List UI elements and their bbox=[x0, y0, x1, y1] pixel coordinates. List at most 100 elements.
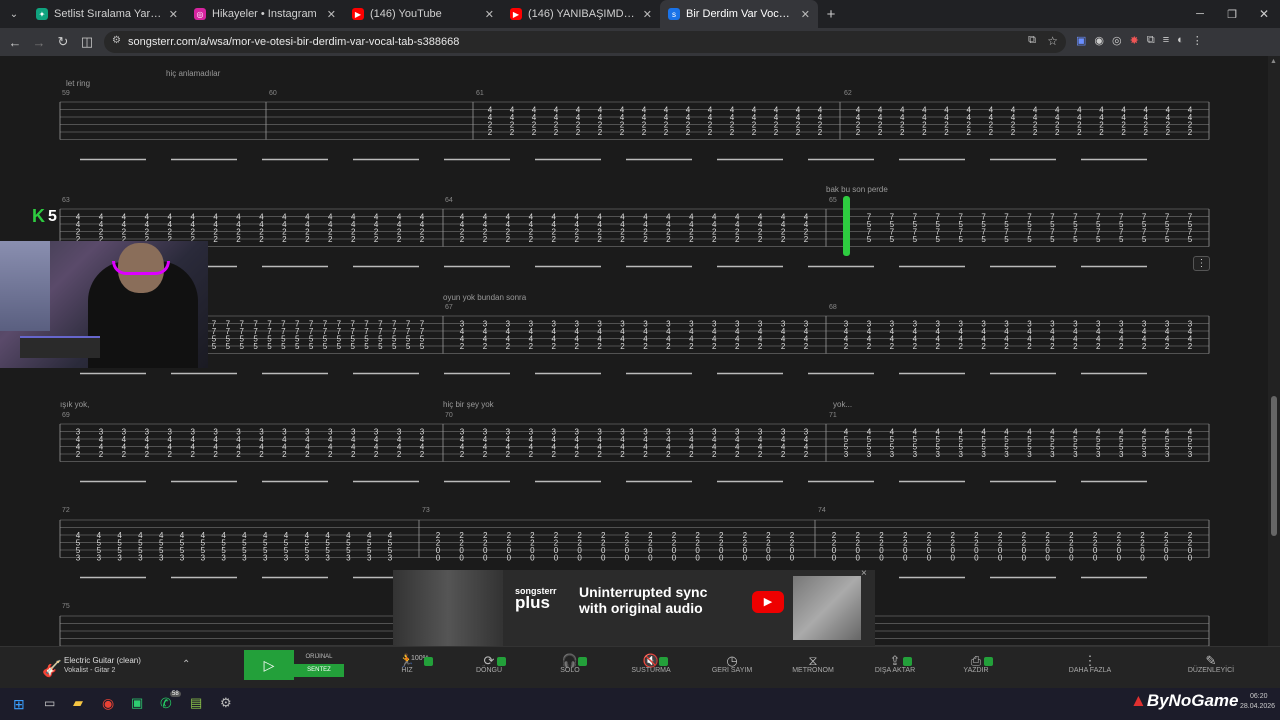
fret-number[interactable]: 0 bbox=[695, 554, 700, 563]
fret-number[interactable]: 5 bbox=[295, 342, 300, 351]
close-window-icon[interactable]: ✕ bbox=[1248, 7, 1280, 21]
fret-number[interactable]: 2 bbox=[1096, 342, 1101, 351]
fret-number[interactable]: 2 bbox=[1119, 342, 1124, 351]
fret-number[interactable]: 3 bbox=[367, 554, 372, 563]
fret-number[interactable]: 5 bbox=[936, 235, 941, 244]
fret-number[interactable]: 2 bbox=[597, 342, 602, 351]
fret-number[interactable]: 3 bbox=[284, 554, 289, 563]
fret-number[interactable]: 5 bbox=[309, 342, 314, 351]
fret-number[interactable]: 2 bbox=[804, 450, 809, 459]
fret-number[interactable]: 3 bbox=[242, 554, 247, 563]
fret-number[interactable]: 2 bbox=[506, 450, 511, 459]
fret-number[interactable]: 5 bbox=[337, 342, 342, 351]
fret-number[interactable]: 2 bbox=[510, 128, 515, 137]
fret-number[interactable]: 2 bbox=[781, 235, 786, 244]
fret-number[interactable]: 0 bbox=[832, 554, 837, 563]
fret-number[interactable]: 3 bbox=[263, 554, 268, 563]
fret-number[interactable]: 2 bbox=[689, 235, 694, 244]
fret-number[interactable]: 2 bbox=[966, 128, 971, 137]
settings-icon[interactable]: ⚙ bbox=[220, 695, 232, 711]
fret-number[interactable]: 3 bbox=[325, 554, 330, 563]
fret-number[interactable]: 2 bbox=[913, 342, 918, 351]
fret-number[interactable]: 2 bbox=[981, 342, 986, 351]
fret-number[interactable]: 2 bbox=[597, 450, 602, 459]
fret-number[interactable]: 3 bbox=[76, 554, 81, 563]
fret-number[interactable]: 5 bbox=[253, 342, 258, 351]
fret-number[interactable]: 3 bbox=[346, 554, 351, 563]
fret-number[interactable]: 2 bbox=[532, 128, 537, 137]
fret-number[interactable]: 2 bbox=[420, 235, 425, 244]
fret-number[interactable]: 3 bbox=[1073, 450, 1078, 459]
fret-number[interactable]: 2 bbox=[1099, 128, 1104, 137]
fret-number[interactable]: 2 bbox=[259, 450, 264, 459]
fret-number[interactable]: 5 bbox=[212, 342, 217, 351]
fret-number[interactable]: 2 bbox=[351, 235, 356, 244]
row-more-button[interactable]: ⋮ bbox=[1193, 256, 1210, 271]
fret-number[interactable]: 5 bbox=[1027, 235, 1032, 244]
fret-number[interactable]: 3 bbox=[388, 554, 393, 563]
ad-banner[interactable]: songsterr plus Uninterrupted sync with o… bbox=[393, 570, 875, 646]
fret-number[interactable]: 2 bbox=[781, 342, 786, 351]
fret-number[interactable]: 0 bbox=[1069, 554, 1074, 563]
youtube-play-icon[interactable]: ▶ bbox=[752, 591, 784, 613]
fret-number[interactable]: 0 bbox=[1164, 554, 1169, 563]
minimize-icon[interactable]: ─ bbox=[1184, 8, 1216, 20]
fret-number[interactable]: 5 bbox=[323, 342, 328, 351]
fret-number[interactable]: 2 bbox=[397, 235, 402, 244]
chrome-icon[interactable]: ◉ bbox=[102, 695, 114, 712]
chevron-up-icon[interactable]: ⌃ bbox=[182, 659, 190, 670]
fret-number[interactable]: 2 bbox=[666, 342, 671, 351]
fret-number[interactable]: 5 bbox=[350, 342, 355, 351]
fret-number[interactable]: 3 bbox=[1188, 450, 1193, 459]
extension-icon[interactable]: ◉ bbox=[1094, 34, 1104, 47]
fret-number[interactable]: 2 bbox=[900, 128, 905, 137]
install-app-icon[interactable]: ⧉ bbox=[1028, 34, 1036, 47]
fret-number[interactable]: 0 bbox=[998, 554, 1003, 563]
fret-number[interactable]: 2 bbox=[689, 342, 694, 351]
fret-number[interactable]: 2 bbox=[620, 128, 625, 137]
fret-number[interactable]: 2 bbox=[282, 235, 287, 244]
fret-number[interactable]: 3 bbox=[201, 554, 206, 563]
fret-number[interactable]: 0 bbox=[601, 554, 606, 563]
fret-number[interactable]: 2 bbox=[664, 128, 669, 137]
fret-number[interactable]: 2 bbox=[213, 450, 218, 459]
restore-icon[interactable]: ❐ bbox=[1216, 8, 1248, 21]
solo-button[interactable]: 🎧 SOLO bbox=[540, 653, 600, 674]
fret-number[interactable]: 2 bbox=[774, 128, 779, 137]
fret-number[interactable]: 2 bbox=[1077, 128, 1082, 137]
fret-number[interactable]: 2 bbox=[752, 128, 757, 137]
fret-number[interactable]: 3 bbox=[1050, 450, 1055, 459]
fret-number[interactable]: 2 bbox=[552, 342, 557, 351]
fret-number[interactable]: 2 bbox=[890, 342, 895, 351]
editor-button[interactable]: ✎ DÜZENLEYİCİ bbox=[1181, 653, 1241, 674]
fret-number[interactable]: 2 bbox=[1027, 342, 1032, 351]
fret-number[interactable]: 2 bbox=[1165, 342, 1170, 351]
fret-number[interactable]: 3 bbox=[97, 554, 102, 563]
tab-search-button[interactable]: ⌄ bbox=[0, 9, 28, 20]
more-button[interactable]: ⋮ DAHA FAZLA bbox=[1060, 653, 1120, 674]
fret-number[interactable]: 3 bbox=[867, 450, 872, 459]
fret-number[interactable]: 5 bbox=[420, 342, 425, 351]
sidebar-icon[interactable]: ◫ bbox=[75, 34, 99, 50]
print-button[interactable]: ⎙ YAZDIR bbox=[946, 653, 1006, 674]
fret-number[interactable]: 2 bbox=[506, 342, 511, 351]
fret-number[interactable]: 0 bbox=[483, 554, 488, 563]
fret-number[interactable]: 2 bbox=[730, 128, 735, 137]
fret-number[interactable]: 5 bbox=[1073, 235, 1078, 244]
fret-number[interactable]: 2 bbox=[168, 450, 173, 459]
fret-number[interactable]: 5 bbox=[267, 342, 272, 351]
fret-number[interactable]: 5 bbox=[913, 235, 918, 244]
forward-icon[interactable]: → bbox=[27, 35, 51, 50]
fret-number[interactable]: 2 bbox=[735, 450, 740, 459]
fret-number[interactable]: 5 bbox=[1096, 235, 1101, 244]
fret-number[interactable]: 0 bbox=[974, 554, 979, 563]
fret-number[interactable]: 5 bbox=[867, 235, 872, 244]
fret-number[interactable]: 0 bbox=[950, 554, 955, 563]
fret-number[interactable]: 3 bbox=[958, 450, 963, 459]
fret-number[interactable]: 3 bbox=[1004, 450, 1009, 459]
fret-number[interactable]: 2 bbox=[712, 342, 717, 351]
fret-number[interactable]: 5 bbox=[281, 342, 286, 351]
close-icon[interactable]: ✕ bbox=[169, 8, 178, 21]
notepad-icon[interactable]: ▤ bbox=[190, 695, 202, 711]
fret-number[interactable]: 5 bbox=[890, 235, 895, 244]
